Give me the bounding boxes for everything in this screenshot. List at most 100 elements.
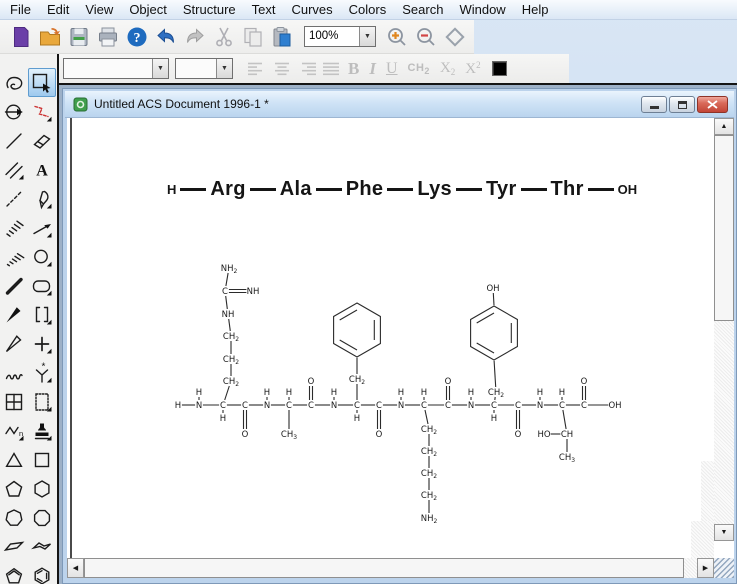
cut-icon bbox=[215, 27, 232, 46]
minimize-button[interactable] bbox=[641, 96, 667, 113]
resize-grip[interactable] bbox=[714, 558, 734, 578]
tool-wavy-bond[interactable] bbox=[0, 358, 28, 387]
text-color-swatch[interactable] bbox=[491, 61, 507, 76]
font-family-combo[interactable]: ▼ bbox=[63, 58, 169, 79]
menu-item-edit[interactable]: Edit bbox=[39, 1, 77, 18]
tool-eraser[interactable] bbox=[28, 126, 56, 155]
tool-marquee[interactable] bbox=[28, 68, 56, 97]
menu-item-help[interactable]: Help bbox=[514, 1, 557, 18]
vertical-scrollbar[interactable]: ▲ ▼ bbox=[714, 118, 734, 541]
redo-button[interactable] bbox=[181, 23, 208, 50]
tool-solid-wedge-bond[interactable] bbox=[0, 300, 28, 329]
scroll-down-button[interactable]: ▼ bbox=[714, 524, 734, 541]
menu-item-curves[interactable]: Curves bbox=[283, 1, 340, 18]
underline-button[interactable]: U bbox=[386, 60, 398, 78]
align-justify-button[interactable] bbox=[318, 58, 343, 80]
scroll-right-button[interactable]: ▶ bbox=[697, 558, 714, 578]
new-document-button[interactable] bbox=[7, 23, 34, 50]
formula-button[interactable]: CH2 bbox=[408, 62, 430, 76]
tool-rounded-rect[interactable] bbox=[28, 271, 56, 300]
menu-item-file[interactable]: File bbox=[2, 1, 39, 18]
atom-label: H bbox=[175, 401, 181, 411]
structure-drawing[interactable]: H NHCHCONHCHCH3CONHCHCONHCHCONHCHCONHCHCO… bbox=[67, 118, 714, 558]
tool-rotate[interactable] bbox=[0, 97, 28, 126]
align-justify-icon bbox=[322, 62, 339, 75]
superscript-button[interactable]: X2 bbox=[465, 60, 480, 78]
tool-hashed-wedge-bond[interactable] bbox=[0, 242, 28, 271]
subscript-button[interactable]: X2 bbox=[440, 60, 455, 77]
menu-item-window[interactable]: Window bbox=[451, 1, 513, 18]
tool-arrow[interactable] bbox=[28, 213, 56, 242]
tool-multiple-bond[interactable] bbox=[0, 155, 28, 184]
atom-label: C bbox=[491, 401, 497, 411]
horizontal-scrollbar[interactable]: ◀ ▶ bbox=[67, 558, 714, 578]
clean-structure-button[interactable] bbox=[441, 23, 468, 50]
cut-button[interactable] bbox=[210, 23, 237, 50]
zoom-out-button[interactable] bbox=[412, 23, 439, 50]
align-center-button[interactable] bbox=[268, 58, 293, 80]
menu-item-structure[interactable]: Structure bbox=[175, 1, 244, 18]
tool-flexible-chain[interactable] bbox=[28, 97, 56, 126]
align-right-button[interactable] bbox=[293, 58, 318, 80]
tool-cyclohexane-ring[interactable] bbox=[28, 474, 56, 503]
open-button[interactable] bbox=[36, 23, 63, 50]
font-size-value[interactable] bbox=[176, 59, 216, 78]
close-button[interactable] bbox=[697, 96, 728, 113]
tool-dashed-bond[interactable] bbox=[0, 184, 28, 213]
zoom-level-value[interactable]: 100% bbox=[305, 27, 359, 46]
tool-bold-bond[interactable] bbox=[0, 271, 28, 300]
tool-table[interactable] bbox=[0, 387, 28, 416]
menu-item-search[interactable]: Search bbox=[394, 1, 451, 18]
undo-button[interactable] bbox=[152, 23, 179, 50]
zoom-level-combo[interactable]: 100% ▼ bbox=[304, 26, 376, 47]
tool-chain[interactable]: n bbox=[0, 416, 28, 445]
tool-solid-bond[interactable] bbox=[0, 126, 28, 155]
bold-button[interactable]: B bbox=[348, 59, 359, 79]
tool-cycloheptane-ring[interactable] bbox=[0, 503, 28, 532]
restore-button[interactable] bbox=[669, 96, 695, 113]
tool-marked-rect[interactable] bbox=[28, 387, 56, 416]
print-button[interactable] bbox=[94, 23, 121, 50]
tool-attachment-point[interactable]: * bbox=[28, 358, 56, 387]
tool-cyclobutane-ring[interactable] bbox=[28, 445, 56, 474]
help-button[interactable]: ? bbox=[123, 23, 150, 50]
horizontal-scroll-thumb[interactable] bbox=[84, 558, 684, 578]
menu-item-colors[interactable]: Colors bbox=[341, 1, 395, 18]
copy-button[interactable] bbox=[239, 23, 266, 50]
document-titlebar[interactable]: Untitled ACS Document 1996-1 * bbox=[65, 91, 734, 118]
tool-bracket[interactable] bbox=[28, 300, 56, 329]
font-family-value[interactable] bbox=[64, 59, 152, 78]
tool-hollow-wedge-bond[interactable] bbox=[0, 329, 28, 358]
tool-cyclopentane-ring[interactable] bbox=[0, 474, 28, 503]
menu-item-text[interactable]: Text bbox=[244, 1, 284, 18]
tool-lasso[interactable] bbox=[0, 68, 28, 97]
document-title: Untitled ACS Document 1996-1 * bbox=[94, 97, 269, 111]
tool-cyclohexane-chair-ring[interactable] bbox=[28, 532, 56, 561]
tool-template-stamp[interactable] bbox=[28, 416, 56, 445]
align-left-button[interactable] bbox=[243, 58, 268, 80]
chevron-down-icon[interactable]: ▼ bbox=[216, 59, 232, 78]
menu-item-view[interactable]: View bbox=[77, 1, 121, 18]
vertical-scroll-thumb[interactable] bbox=[714, 135, 734, 321]
tool-cyclopentadiene-ring[interactable] bbox=[0, 561, 28, 584]
tool-cyclopentane-perspective-ring[interactable] bbox=[0, 532, 28, 561]
italic-button[interactable]: I bbox=[369, 59, 376, 79]
font-size-combo[interactable]: ▼ bbox=[175, 58, 233, 79]
tool-plus[interactable] bbox=[28, 329, 56, 358]
tool-cyclooctane-ring[interactable] bbox=[28, 503, 56, 532]
chevron-down-icon[interactable]: ▼ bbox=[152, 59, 168, 78]
scroll-up-button[interactable]: ▲ bbox=[714, 118, 734, 135]
chevron-down-icon[interactable]: ▼ bbox=[359, 27, 375, 46]
tool-cyclopropane-ring[interactable] bbox=[0, 445, 28, 474]
zoom-in-button[interactable] bbox=[383, 23, 410, 50]
tool-orbital[interactable] bbox=[28, 242, 56, 271]
tool-text[interactable]: A bbox=[28, 155, 56, 184]
tool-pen[interactable] bbox=[28, 184, 56, 213]
tool-hashed-bond[interactable] bbox=[0, 213, 28, 242]
save-button[interactable] bbox=[65, 23, 92, 50]
paste-button[interactable] bbox=[268, 23, 295, 50]
tool-benzene-ring[interactable] bbox=[28, 561, 56, 584]
drawing-canvas[interactable]: H Arg Ala Phe Lys Tyr Thr OH H N H C H C O N H C H CH3 C O N H… bbox=[67, 118, 714, 558]
scroll-left-button[interactable]: ◀ bbox=[67, 558, 84, 578]
menu-item-object[interactable]: Object bbox=[121, 1, 175, 18]
